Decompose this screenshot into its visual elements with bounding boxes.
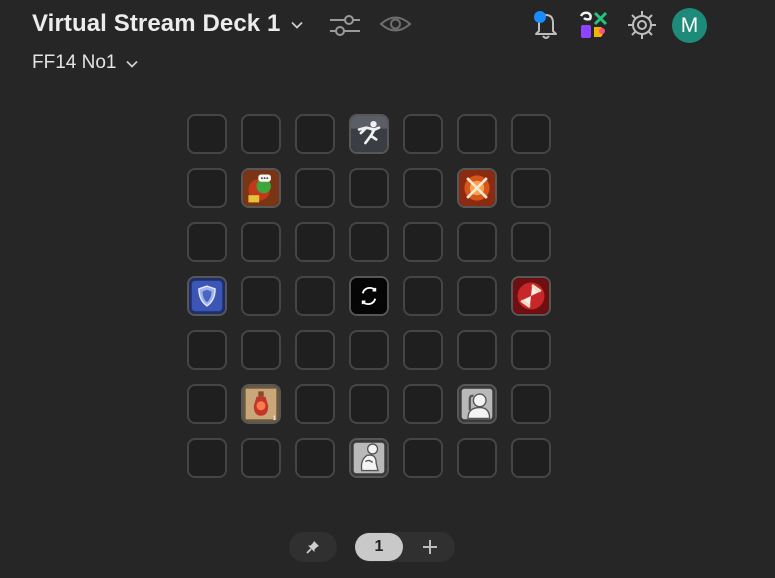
deck-key-empty[interactable] (457, 222, 497, 262)
deck-key-empty[interactable] (403, 168, 443, 208)
deck-key-empty[interactable] (187, 168, 227, 208)
deck-key-empty[interactable] (295, 384, 335, 424)
deck-key-emote-kneel[interactable] (349, 438, 389, 478)
emote-kneel-icon (351, 440, 387, 476)
sprint-action-icon (351, 116, 387, 152)
marketplace-icon[interactable] (579, 10, 609, 40)
gear-icon[interactable] (626, 9, 658, 41)
deck-key-empty[interactable] (241, 114, 281, 154)
deck-key-empty[interactable] (295, 330, 335, 370)
deck-key-empty[interactable] (349, 330, 389, 370)
page-switch-icon (351, 278, 387, 314)
deck-key-empty[interactable] (187, 330, 227, 370)
deck-key-hourglass-action[interactable] (511, 276, 551, 316)
deck-key-page-switch[interactable] (349, 276, 389, 316)
deck-key-empty[interactable] (511, 384, 551, 424)
deck-key-empty[interactable] (187, 114, 227, 154)
deck-key-empty[interactable] (241, 330, 281, 370)
pin-button[interactable] (289, 532, 337, 562)
hourglass-action-icon (513, 278, 549, 314)
deck-key-empty[interactable] (403, 384, 443, 424)
deck-key-empty[interactable] (349, 168, 389, 208)
crossed-swords-action-icon (459, 170, 495, 206)
avatar[interactable]: M (672, 8, 707, 43)
deck-key-sprint-action[interactable] (349, 114, 389, 154)
deck-key-potion-item[interactable]: 1 (241, 384, 281, 424)
deck-key-empty[interactable] (511, 168, 551, 208)
deck-key-emote-think[interactable] (457, 384, 497, 424)
deck-key-empty[interactable] (403, 222, 443, 262)
deck-key-empty[interactable] (241, 276, 281, 316)
deck-key-empty[interactable] (403, 438, 443, 478)
deck-key-empty[interactable] (349, 222, 389, 262)
emote-think-icon (459, 386, 495, 422)
deck-key-empty[interactable] (457, 330, 497, 370)
potion-item-icon: 1 (243, 386, 279, 422)
deck-key-empty[interactable] (511, 114, 551, 154)
profile-dropdown[interactable]: FF14 No1 (32, 52, 139, 74)
deck-key-empty[interactable] (295, 276, 335, 316)
shield-action-icon (189, 278, 225, 314)
deck-key-empty[interactable] (187, 438, 227, 478)
deck-key-empty[interactable] (457, 114, 497, 154)
deck-key-empty[interactable] (457, 276, 497, 316)
deck-key-empty[interactable] (295, 438, 335, 478)
deck-key-empty[interactable] (511, 222, 551, 262)
deck-key-empty[interactable] (241, 438, 281, 478)
deck-key-empty[interactable] (187, 222, 227, 262)
deck-key-empty[interactable] (511, 330, 551, 370)
deck-key-empty[interactable] (349, 384, 389, 424)
deck-key-empty[interactable] (295, 114, 335, 154)
deck-key-crossed-swords-action[interactable] (457, 168, 497, 208)
deck-key-empty[interactable] (403, 330, 443, 370)
chevron-down-icon[interactable] (290, 18, 304, 32)
deck-key-empty[interactable] (295, 222, 335, 262)
deck-key-empty[interactable] (403, 276, 443, 316)
pin-icon (306, 541, 319, 554)
plus-icon[interactable] (420, 537, 440, 557)
page-1-button[interactable]: 1 (355, 533, 403, 561)
sliders-icon[interactable] (329, 11, 361, 39)
profile-name: FF14 No1 (32, 52, 117, 73)
deck-key-empty[interactable] (403, 114, 443, 154)
deck-key-shield-action[interactable] (187, 276, 227, 316)
svg-text:1: 1 (273, 415, 277, 422)
emote-speech-action-icon (243, 170, 279, 206)
deck-title-dropdown[interactable]: Virtual Stream Deck 1 (32, 10, 304, 38)
deck-key-empty[interactable] (511, 438, 551, 478)
deck-key-empty[interactable] (457, 438, 497, 478)
deck-key-empty[interactable] (295, 168, 335, 208)
deck-key-empty[interactable] (241, 222, 281, 262)
deck-key-empty[interactable] (187, 384, 227, 424)
deck-title: Virtual Stream Deck 1 (32, 10, 281, 37)
bell-icon[interactable] (531, 9, 561, 41)
eye-icon[interactable] (379, 12, 412, 36)
deck-key-emote-speech-action[interactable] (241, 168, 281, 208)
chevron-down-icon[interactable] (125, 57, 139, 71)
